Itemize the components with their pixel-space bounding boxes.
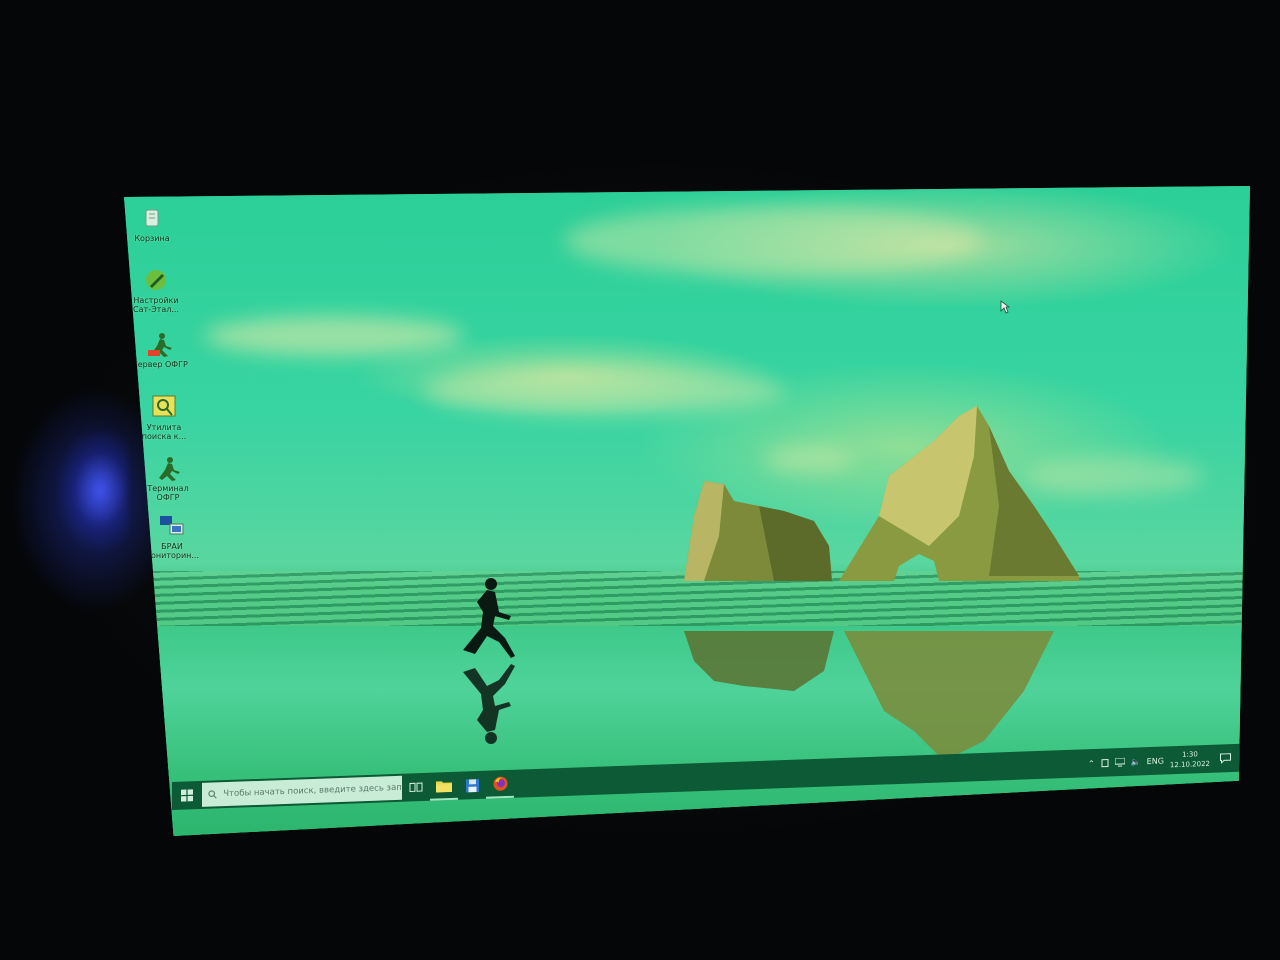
language-indicator[interactable]: ENG — [1147, 756, 1164, 766]
notification-icon — [1219, 753, 1231, 764]
tray-clock[interactable]: 1:30 12.10.2022 — [1170, 749, 1210, 770]
monitor-screen: Корзина Настройки Сат-Этал... Сервер ОФГ… — [124, 186, 1250, 836]
desktop-icon-recycle-bin[interactable]: Корзина — [124, 204, 182, 243]
mouse-cursor — [1000, 300, 1010, 314]
recycle-bin-icon — [145, 209, 159, 227]
tray-chevron-up-icon[interactable]: ⌃ — [1088, 758, 1095, 767]
runner-silhouette — [463, 578, 515, 744]
windows-logo-icon — [181, 789, 193, 802]
blue-ambient-light — [58, 430, 128, 550]
clock-date: 12.10.2022 — [1169, 759, 1210, 770]
desktop-icon-settings[interactable]: Настройки Сат-Этал... — [126, 266, 186, 314]
task-view-icon — [409, 782, 423, 792]
taskbar-search-box[interactable]: Чтобы начать поиск, введите здесь запрос — [202, 775, 402, 807]
task-view-button[interactable] — [402, 773, 430, 802]
server-runner-icon — [148, 333, 172, 357]
monitoring-computer-icon — [160, 516, 184, 535]
small-rock-arch — [684, 481, 832, 581]
file-explorer-icon — [436, 780, 452, 793]
save-app-button[interactable] — [458, 771, 486, 800]
volume-icon[interactable]: 🔈 — [1131, 757, 1141, 766]
terminal-runner-icon — [159, 457, 180, 481]
desktop-icon-search-utility[interactable]: Утилита поиска к... — [134, 393, 194, 441]
firefox-icon — [493, 776, 507, 791]
tray-device-icon[interactable] — [1101, 758, 1109, 767]
search-placeholder: Чтобы начать поиск, введите здесь запрос — [223, 782, 402, 800]
settings-wrench-icon — [146, 270, 166, 290]
system-tray: ⌃ 🔈 ENG 1:30 12.10.2022 — [1088, 748, 1242, 774]
file-explorer-button[interactable] — [430, 771, 458, 801]
search-utility-icon — [152, 395, 176, 417]
notifications-button[interactable] — [1216, 749, 1234, 768]
large-rock-arch — [839, 406, 1079, 581]
desktop-icon-server[interactable]: Сервер ОФГР — [130, 330, 190, 369]
network-icon[interactable] — [1114, 757, 1125, 767]
firefox-button[interactable] — [486, 769, 514, 799]
save-disk-icon — [465, 778, 479, 792]
start-button[interactable] — [172, 781, 202, 810]
search-icon — [208, 790, 217, 799]
